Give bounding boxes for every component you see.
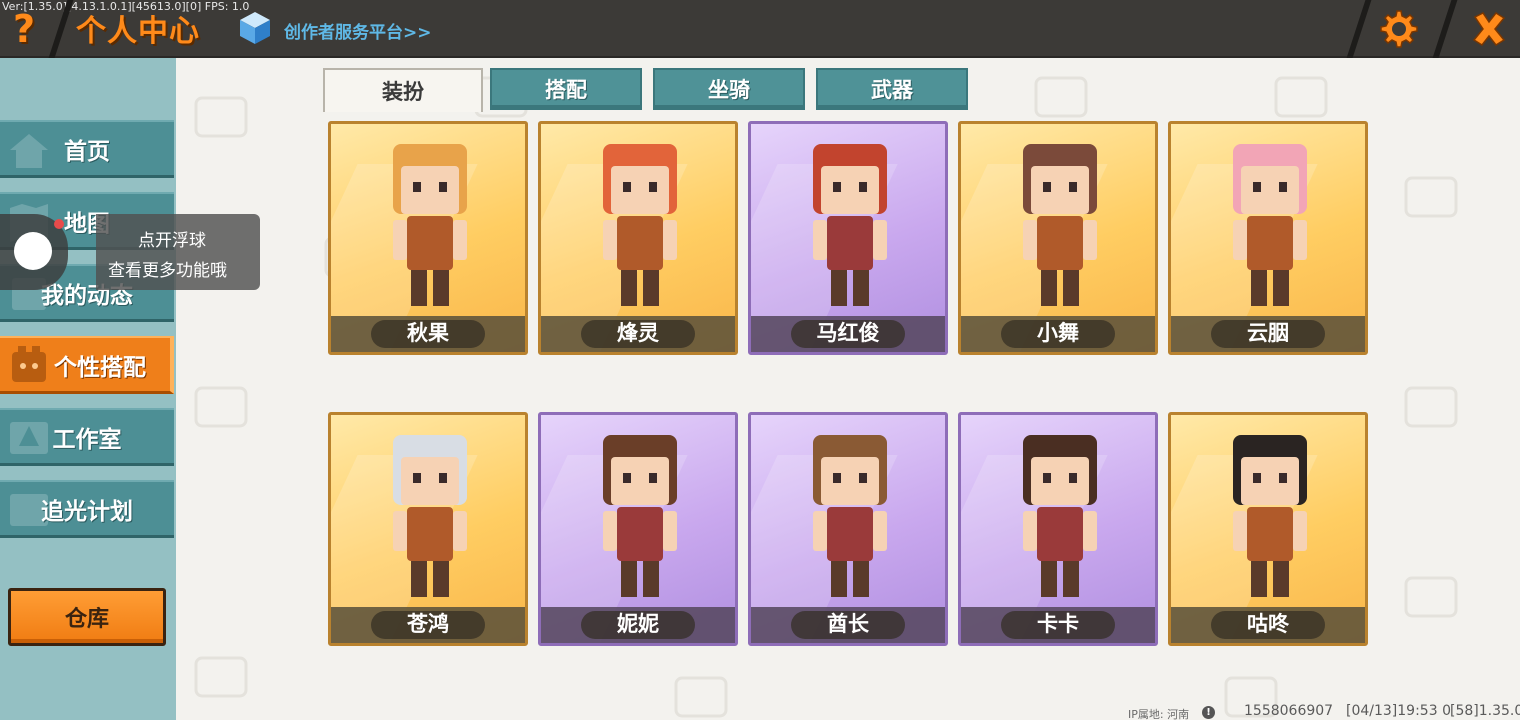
- float-ball-tooltip: 点开浮球 查看更多功能哦: [96, 214, 260, 290]
- skin-name: 小舞: [1037, 321, 1079, 345]
- character-avatar: [393, 144, 467, 306]
- character-avatar: [1023, 144, 1097, 306]
- skin-card[interactable]: 酋长: [748, 412, 948, 646]
- question-mark-icon: ?: [12, 7, 36, 51]
- sidebar-item-light-plan[interactable]: 追光计划: [0, 480, 174, 538]
- skin-card[interactable]: 秋果: [328, 121, 528, 355]
- close-x-icon: [1472, 12, 1506, 46]
- character-avatar: [1233, 144, 1307, 306]
- skin-card[interactable]: 咕咚: [1168, 412, 1368, 646]
- character-avatar: [393, 435, 467, 597]
- float-ball-knob[interactable]: [14, 232, 52, 270]
- tooltip-line-1: 点开浮球: [138, 231, 206, 251]
- sidebar-item-label: 个性搭配: [54, 354, 146, 381]
- close-button[interactable]: [1462, 4, 1516, 54]
- character-avatar: [603, 435, 677, 597]
- skin-name: 烽灵: [617, 321, 659, 345]
- character-avatar: [813, 435, 887, 597]
- sidebar-item-outfit[interactable]: 个性搭配: [0, 336, 174, 394]
- skin-name: 妮妮: [617, 612, 659, 636]
- divider: [1346, 0, 1372, 58]
- divider: [1432, 0, 1458, 58]
- tab-weapon[interactable]: 武器: [816, 68, 968, 110]
- settings-button[interactable]: [1372, 4, 1422, 54]
- top-bar: ? Ver:[1.35.0][4.13.1.0.1][45613.0][0] F…: [0, 0, 1520, 58]
- ip-location: IP属地: 河南: [1128, 708, 1190, 720]
- skin-name: 秋果: [407, 321, 449, 345]
- build-version: [58]1.35.0: [1450, 703, 1520, 719]
- page-title: 个人中心: [76, 14, 200, 49]
- warehouse-button[interactable]: 仓库: [8, 588, 166, 646]
- notification-dot: [54, 219, 64, 229]
- skin-name: 云胭: [1247, 321, 1289, 345]
- timestamp: [04/13]19:53 0: [1346, 703, 1451, 719]
- skin-name: 苍鸿: [407, 612, 449, 636]
- skin-card[interactable]: 卡卡: [958, 412, 1158, 646]
- skin-card[interactable]: 小舞: [958, 121, 1158, 355]
- character-avatar: [1233, 435, 1307, 597]
- skin-name: 酋长: [827, 612, 869, 636]
- character-avatar: [603, 144, 677, 306]
- skin-name: 咕咚: [1247, 612, 1289, 636]
- tab-mount[interactable]: 坐骑: [653, 68, 805, 110]
- tab-outfit-set[interactable]: 搭配: [490, 68, 642, 110]
- skin-card[interactable]: 苍鸿: [328, 412, 528, 646]
- skin-card[interactable]: 云胭: [1168, 121, 1368, 355]
- skin-name: 马红俊: [816, 321, 880, 345]
- sidebar-item-studio[interactable]: 工作室: [0, 408, 174, 466]
- sidebar-item-label: 首页: [64, 138, 110, 165]
- gear-icon: [1380, 10, 1418, 48]
- skin-card[interactable]: 马红俊: [748, 121, 948, 355]
- character-avatar: [813, 144, 887, 306]
- tooltip-line-2: 查看更多功能哦: [108, 261, 227, 281]
- creator-platform-link[interactable]: 创作者服务平台>>: [284, 18, 432, 43]
- skin-card[interactable]: 烽灵: [538, 121, 738, 355]
- skin-card[interactable]: 妮妮: [538, 412, 738, 646]
- character-avatar: [1023, 435, 1097, 597]
- sidebar-item-home[interactable]: 首页: [0, 120, 174, 178]
- tab-costume[interactable]: 装扮: [323, 68, 483, 112]
- cube-icon: [240, 12, 270, 44]
- sidebar-item-label: 追光计划: [41, 498, 133, 525]
- info-icon[interactable]: !: [1202, 706, 1215, 719]
- skin-name: 卡卡: [1037, 612, 1079, 636]
- user-id: 1558066907: [1244, 703, 1334, 719]
- sidebar-item-label: 工作室: [52, 426, 122, 453]
